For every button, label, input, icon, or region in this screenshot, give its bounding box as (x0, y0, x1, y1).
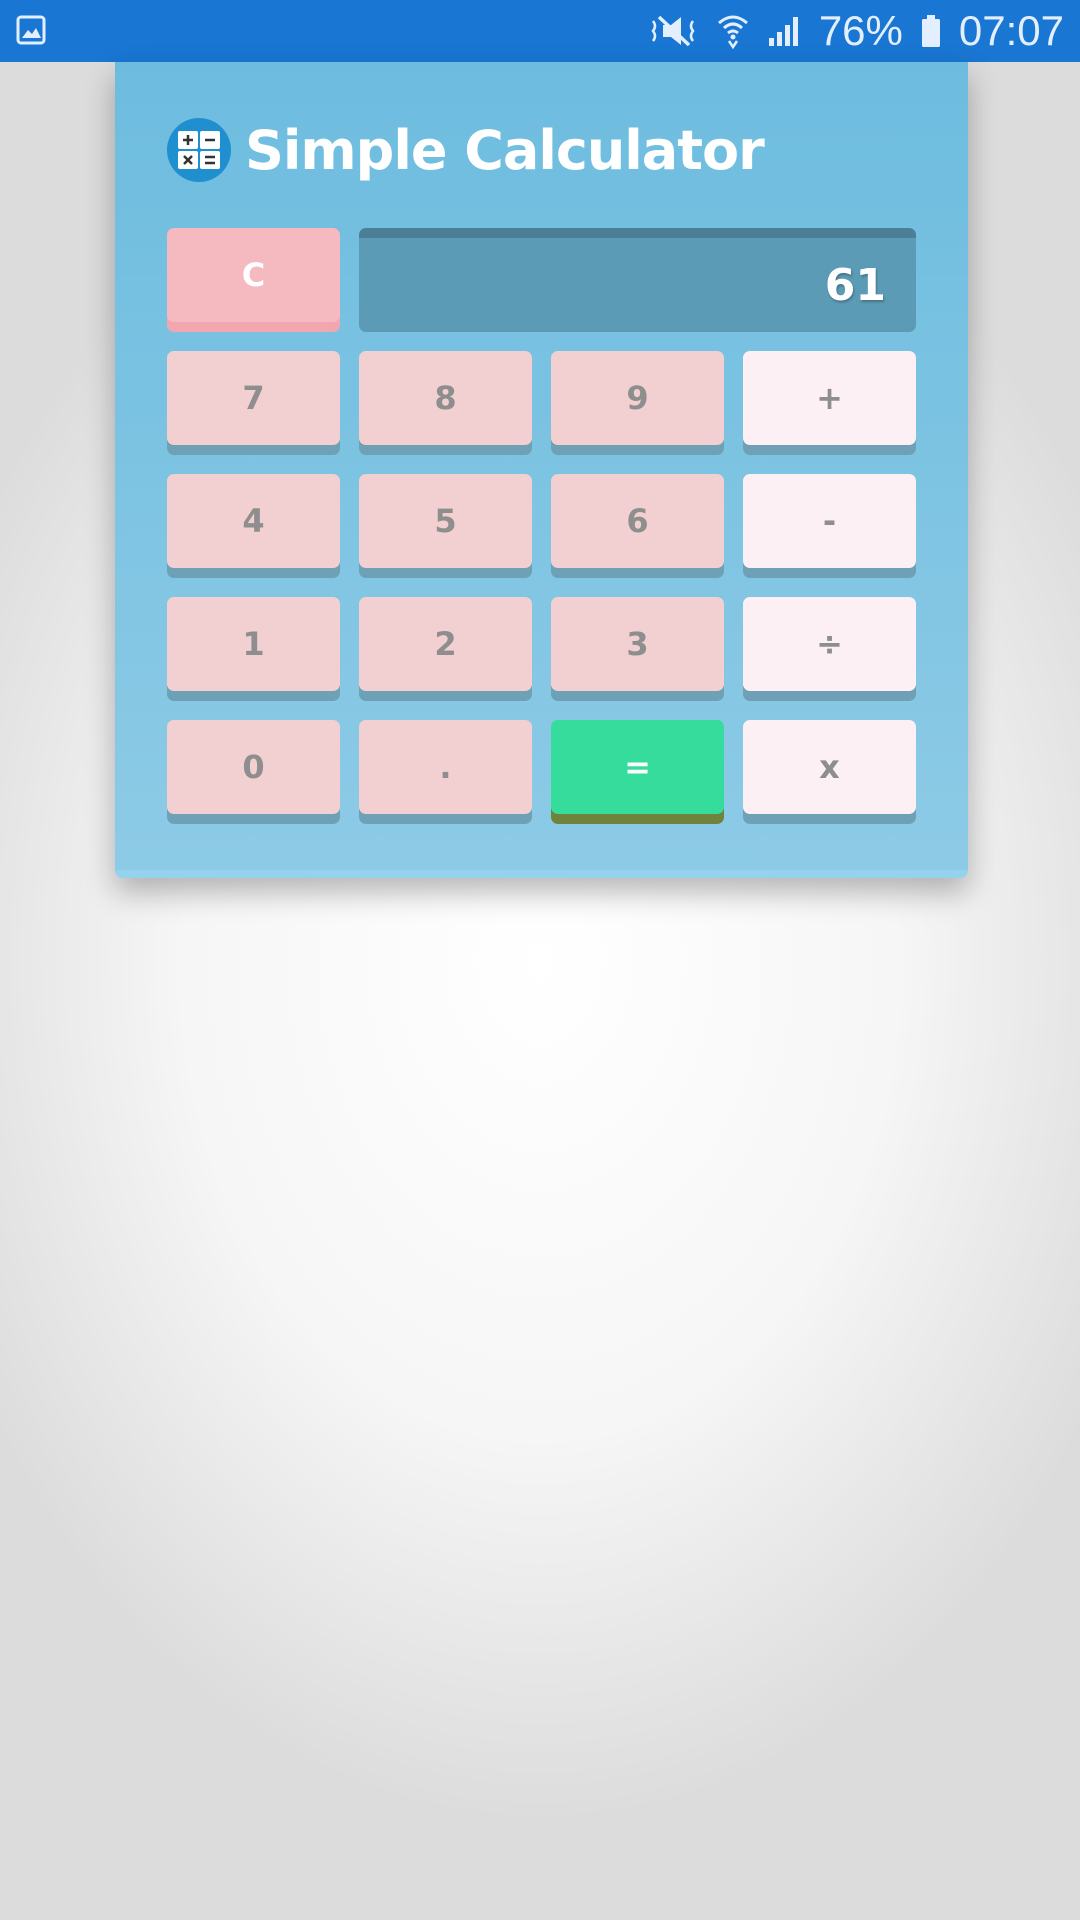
app-header: Simple Calculator (167, 118, 765, 182)
digit-5-button[interactable]: 5 (359, 474, 532, 568)
digit-7-button[interactable]: 7 (167, 351, 340, 445)
clear-button[interactable]: C (167, 228, 340, 322)
digit-6-button[interactable]: 6 (551, 474, 724, 568)
calculator-icon (167, 118, 231, 182)
signal-icon (767, 14, 801, 48)
divide-button[interactable]: ÷ (743, 597, 916, 691)
battery-percent: 76% (818, 7, 903, 54)
clock: 07:07 (958, 7, 1064, 54)
multiply-button[interactable]: x (743, 720, 916, 814)
digit-4-button[interactable]: 4 (167, 474, 340, 568)
battery-icon (921, 14, 941, 48)
display-value: 61 (824, 259, 886, 311)
digit-9-button[interactable]: 9 (551, 351, 724, 445)
wifi-icon (717, 13, 749, 49)
result-display: 61 (359, 228, 916, 332)
mute-icon (649, 13, 699, 49)
digit-3-button[interactable]: 3 (551, 597, 724, 691)
decimal-point-button[interactable]: . (359, 720, 532, 814)
image-icon (16, 15, 46, 45)
plus-button[interactable]: + (743, 351, 916, 445)
app-title: Simple Calculator (245, 118, 765, 182)
calculator-card: Simple Calculator C 61 7 8 9 + 4 5 6 - 1… (115, 62, 968, 878)
minus-button[interactable]: - (743, 474, 916, 568)
digit-2-button[interactable]: 2 (359, 597, 532, 691)
digit-8-button[interactable]: 8 (359, 351, 532, 445)
digit-1-button[interactable]: 1 (167, 597, 340, 691)
status-bar: 76% 07:07 (0, 0, 1080, 62)
digit-0-button[interactable]: 0 (167, 720, 340, 814)
equals-button[interactable]: = (551, 720, 724, 814)
